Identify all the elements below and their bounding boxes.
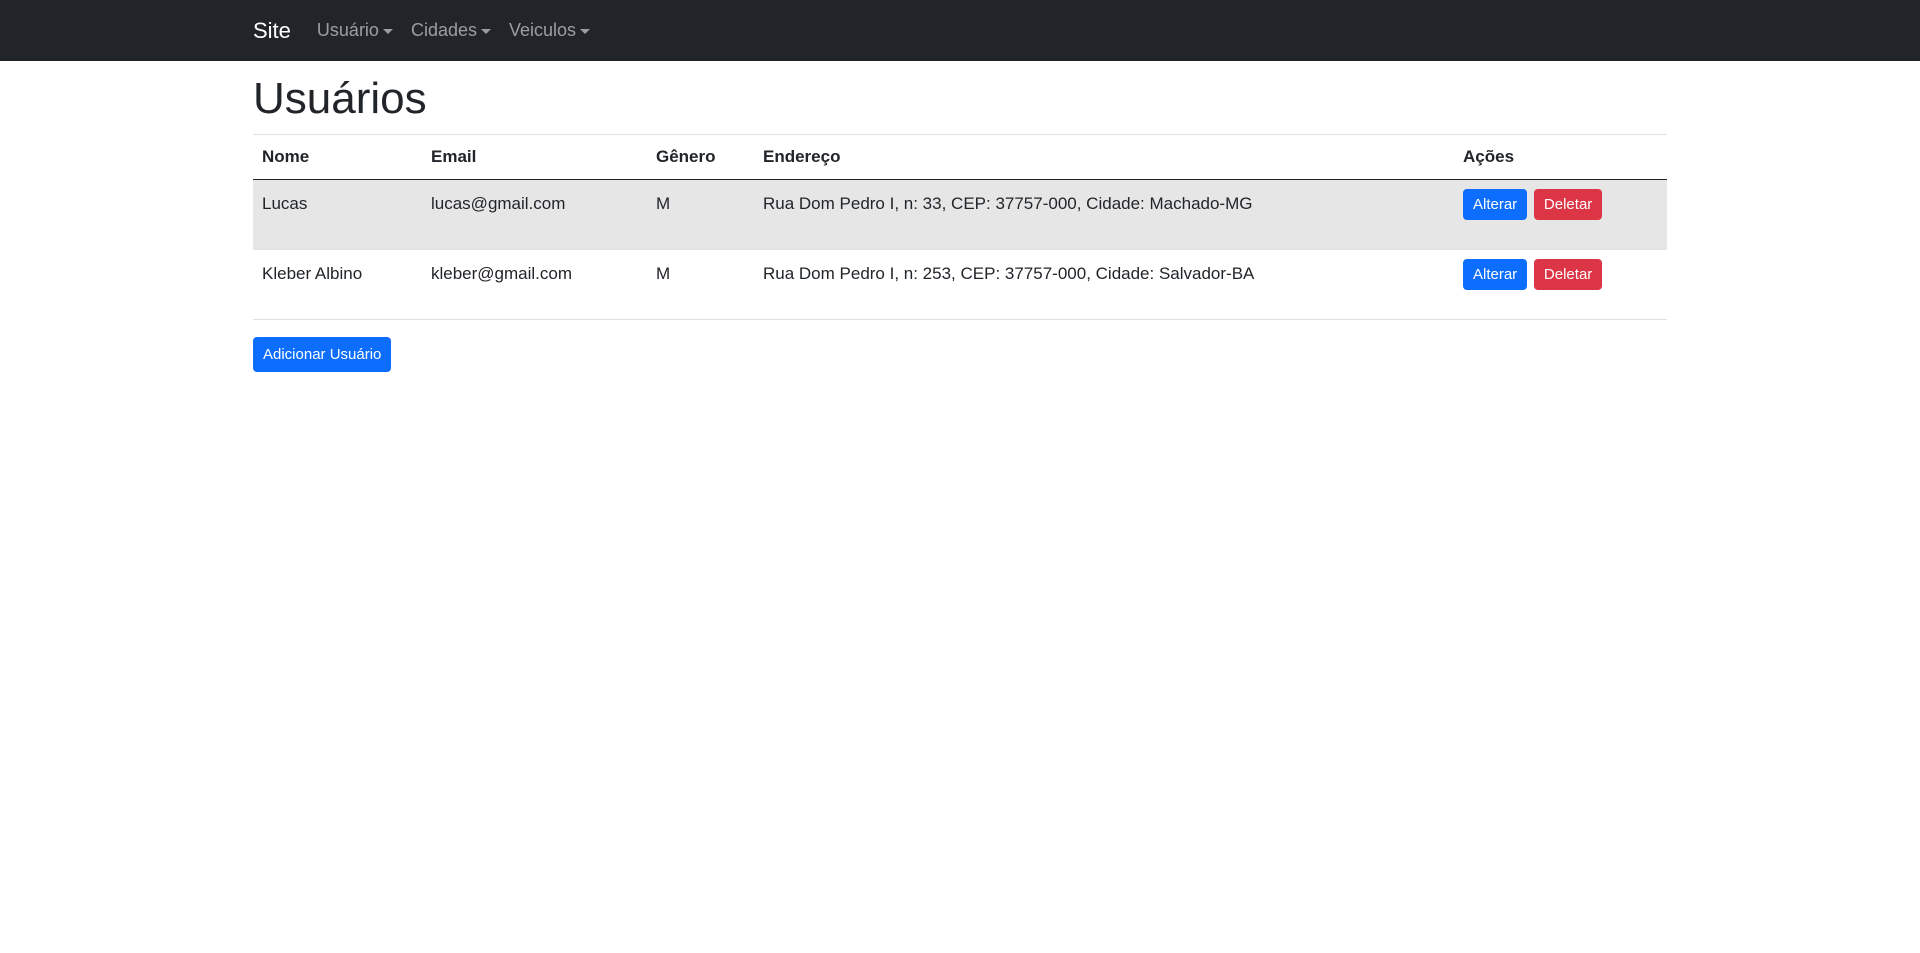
nav-dropdown-cidades-label: Cidades — [410, 20, 477, 40]
users-table: Nome Email Gênero Endereço Ações Lucas l… — [253, 133, 1667, 320]
table-row: Kleber Albino kleber@gmail.com M Rua Dom… — [253, 249, 1667, 320]
cell-endereco: Rua Dom Pedro I, n: 33, CEP: 37757-000, … — [754, 179, 1454, 250]
page-title: Usuários — [253, 74, 427, 123]
nav-dropdown-usuario-label: Usuário — [316, 20, 379, 40]
deletar-button[interactable]: Deletar — [1533, 188, 1603, 220]
nav-dropdown-veiculos-label: Veiculos — [509, 20, 577, 40]
header-genero: Gênero — [647, 133, 754, 180]
add-user-button[interactable]: Adicionar Usuário — [253, 336, 392, 372]
cell-email: kleber@gmail.com — [422, 249, 647, 320]
navbar-brand[interactable]: Site — [253, 18, 291, 44]
nav-dropdown-veiculos[interactable]: Veiculos — [509, 20, 591, 41]
nav-dropdown-cidades[interactable]: Cidades — [411, 20, 491, 41]
table-header-row: Nome Email Gênero Endereço Ações — [253, 133, 1667, 180]
header-nome: Nome — [253, 133, 422, 180]
caret-down-icon — [580, 29, 591, 34]
header-email: Email — [422, 133, 647, 180]
cell-acoes: Alterar Deletar — [1454, 179, 1667, 250]
deletar-button[interactable]: Deletar — [1533, 258, 1603, 290]
alterar-button[interactable]: Alterar — [1463, 258, 1528, 290]
cell-email: lucas@gmail.com — [422, 179, 647, 250]
cell-genero: M — [647, 179, 754, 250]
top-navbar: Site Usuário Cidades Veiculos — [0, 0, 1920, 61]
cell-endereco: Rua Dom Pedro I, n: 253, CEP: 37757-000,… — [754, 249, 1454, 320]
cell-acoes: Alterar Deletar — [1454, 249, 1667, 320]
table-body: Lucas lucas@gmail.com M Rua Dom Pedro I,… — [253, 179, 1667, 320]
nav-dropdown-usuario[interactable]: Usuário — [317, 20, 393, 41]
header-endereco: Endereço — [754, 133, 1454, 180]
cell-nome: Kleber Albino — [253, 249, 422, 320]
table-header: Nome Email Gênero Endereço Ações — [253, 133, 1667, 180]
header-acoes: Ações — [1454, 133, 1667, 180]
caret-down-icon — [481, 29, 491, 34]
table-row: Lucas lucas@gmail.com M Rua Dom Pedro I,… — [253, 179, 1667, 250]
alterar-button[interactable]: Alterar — [1463, 188, 1528, 220]
caret-down-icon — [382, 29, 393, 34]
main-container: Usuários Nome Email Gênero Endereço Açõe… — [253, 73, 1667, 372]
cell-genero: M — [647, 249, 754, 320]
navbar-inner: Site Usuário Cidades Veiculos — [253, 0, 608, 61]
cell-nome: Lucas — [253, 179, 422, 250]
